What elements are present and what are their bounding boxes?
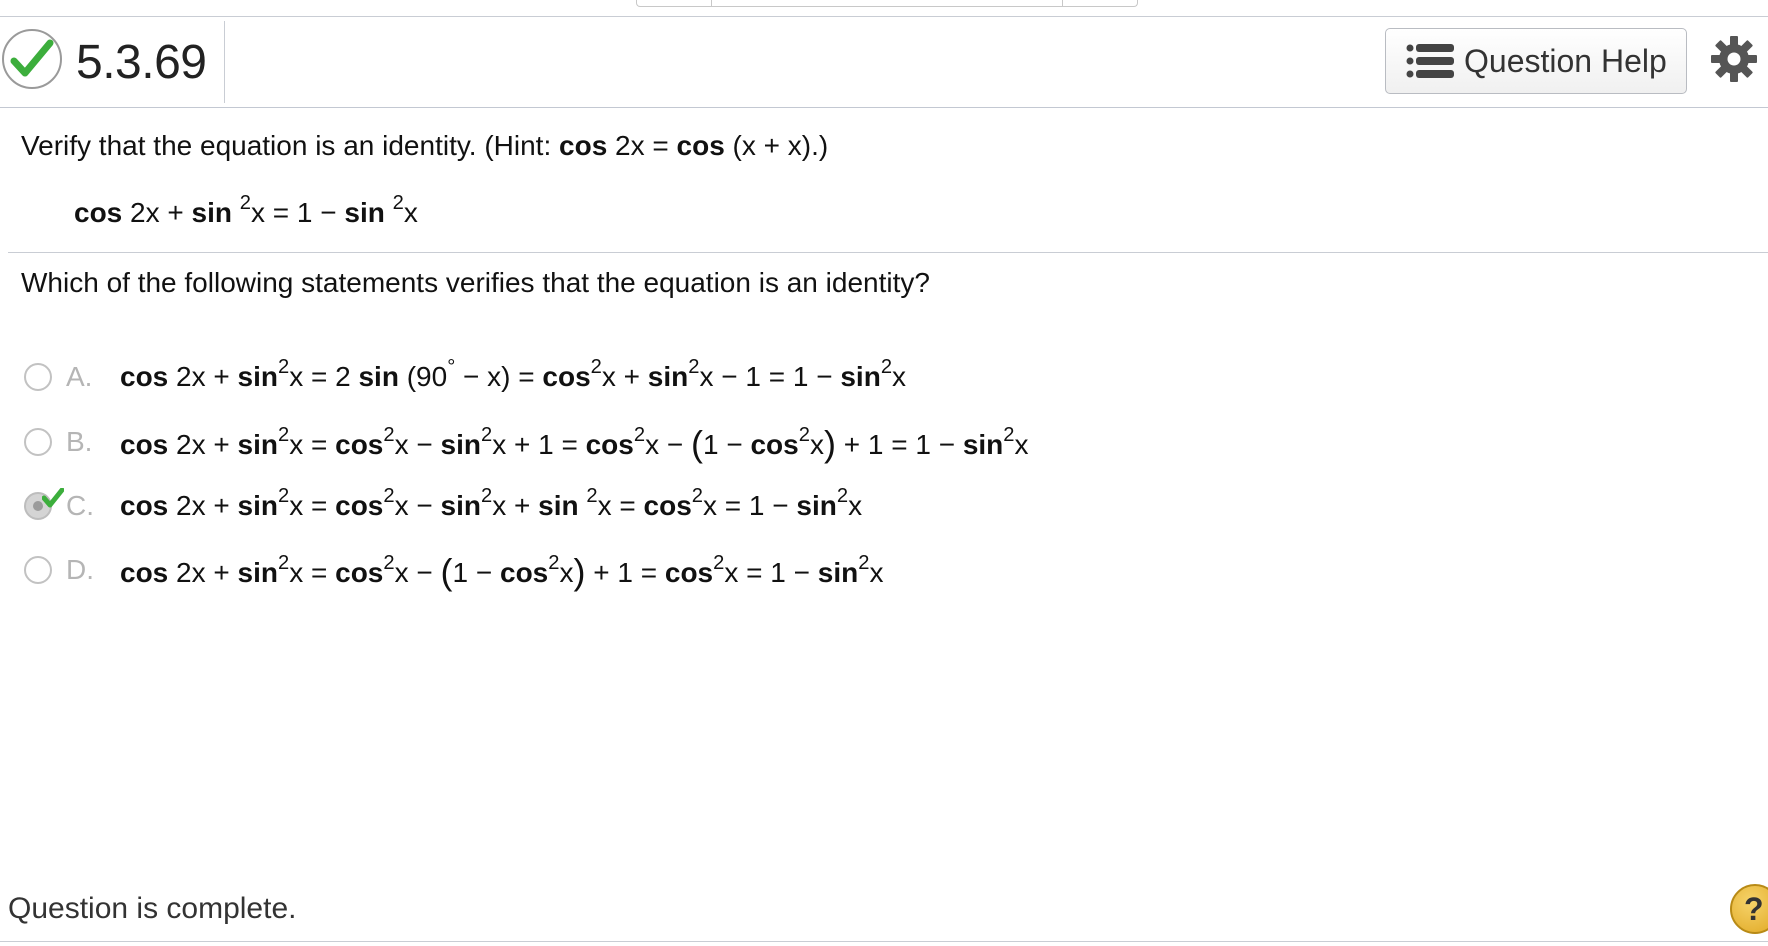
question-header: 5.3.69 Question Help — [0, 17, 1768, 108]
help-icon[interactable]: ? — [1730, 884, 1768, 934]
option-letter: D. — [66, 554, 94, 585]
option-text: cos 2x + sin2x = cos2x − sin2x + sin 2x … — [120, 484, 863, 521]
answer-option-c[interactable]: C. cos 2x + sin2x = cos2x − sin2x + sin … — [24, 486, 862, 526]
radio-button[interactable] — [24, 363, 52, 391]
answer-option-b[interactable]: B. cos 2x + sin2x = cos2x − sin2x + 1 = … — [24, 422, 1029, 464]
option-letter: A. — [66, 361, 93, 392]
top-tab[interactable] — [712, 0, 1063, 6]
instruction-text: Verify that the equation is an identity.… — [21, 130, 829, 161]
radio-button-selected[interactable] — [24, 488, 64, 520]
check-icon — [42, 488, 64, 508]
radio-button[interactable] — [24, 428, 52, 456]
status-check-icon — [2, 29, 62, 89]
question-prompt: Which of the following statements verifi… — [21, 267, 930, 298]
option-text: cos 2x + sin2x = 2 sin (90° − x) = cos2x… — [120, 355, 907, 392]
question-page: 5.3.69 Question Help Verify that the equ… — [0, 0, 1768, 946]
completion-status: Question is complete. — [8, 892, 297, 925]
identity-equation: cos 2x + sin 2x = 1 − sin 2x — [74, 191, 418, 228]
top-tab[interactable] — [637, 0, 712, 6]
question-help-label: Question Help — [1464, 42, 1667, 79]
divider — [8, 252, 1768, 253]
divider — [0, 941, 1768, 942]
radio-button[interactable] — [24, 556, 52, 584]
option-text: cos 2x + sin2x = cos2x − (1 − cos2x) + 1… — [120, 551, 884, 592]
option-letter: B. — [66, 426, 93, 457]
top-tab-strip — [636, 0, 1138, 7]
question-number: 5.3.69 — [76, 36, 207, 89]
option-letter: C. — [66, 490, 94, 521]
option-text: cos 2x + sin2x = cos2x − sin2x + 1 = cos… — [120, 423, 1029, 464]
header-divider — [224, 21, 225, 103]
question-help-button[interactable]: Question Help — [1385, 28, 1687, 94]
list-icon — [1406, 42, 1456, 80]
answer-option-d[interactable]: D. cos 2x + sin2x = cos2x − (1 − cos2x) … — [24, 550, 884, 592]
gear-icon[interactable] — [1710, 35, 1758, 83]
answer-option-a[interactable]: A. cos 2x + sin2x = 2 sin (90° − x) = co… — [24, 357, 906, 397]
